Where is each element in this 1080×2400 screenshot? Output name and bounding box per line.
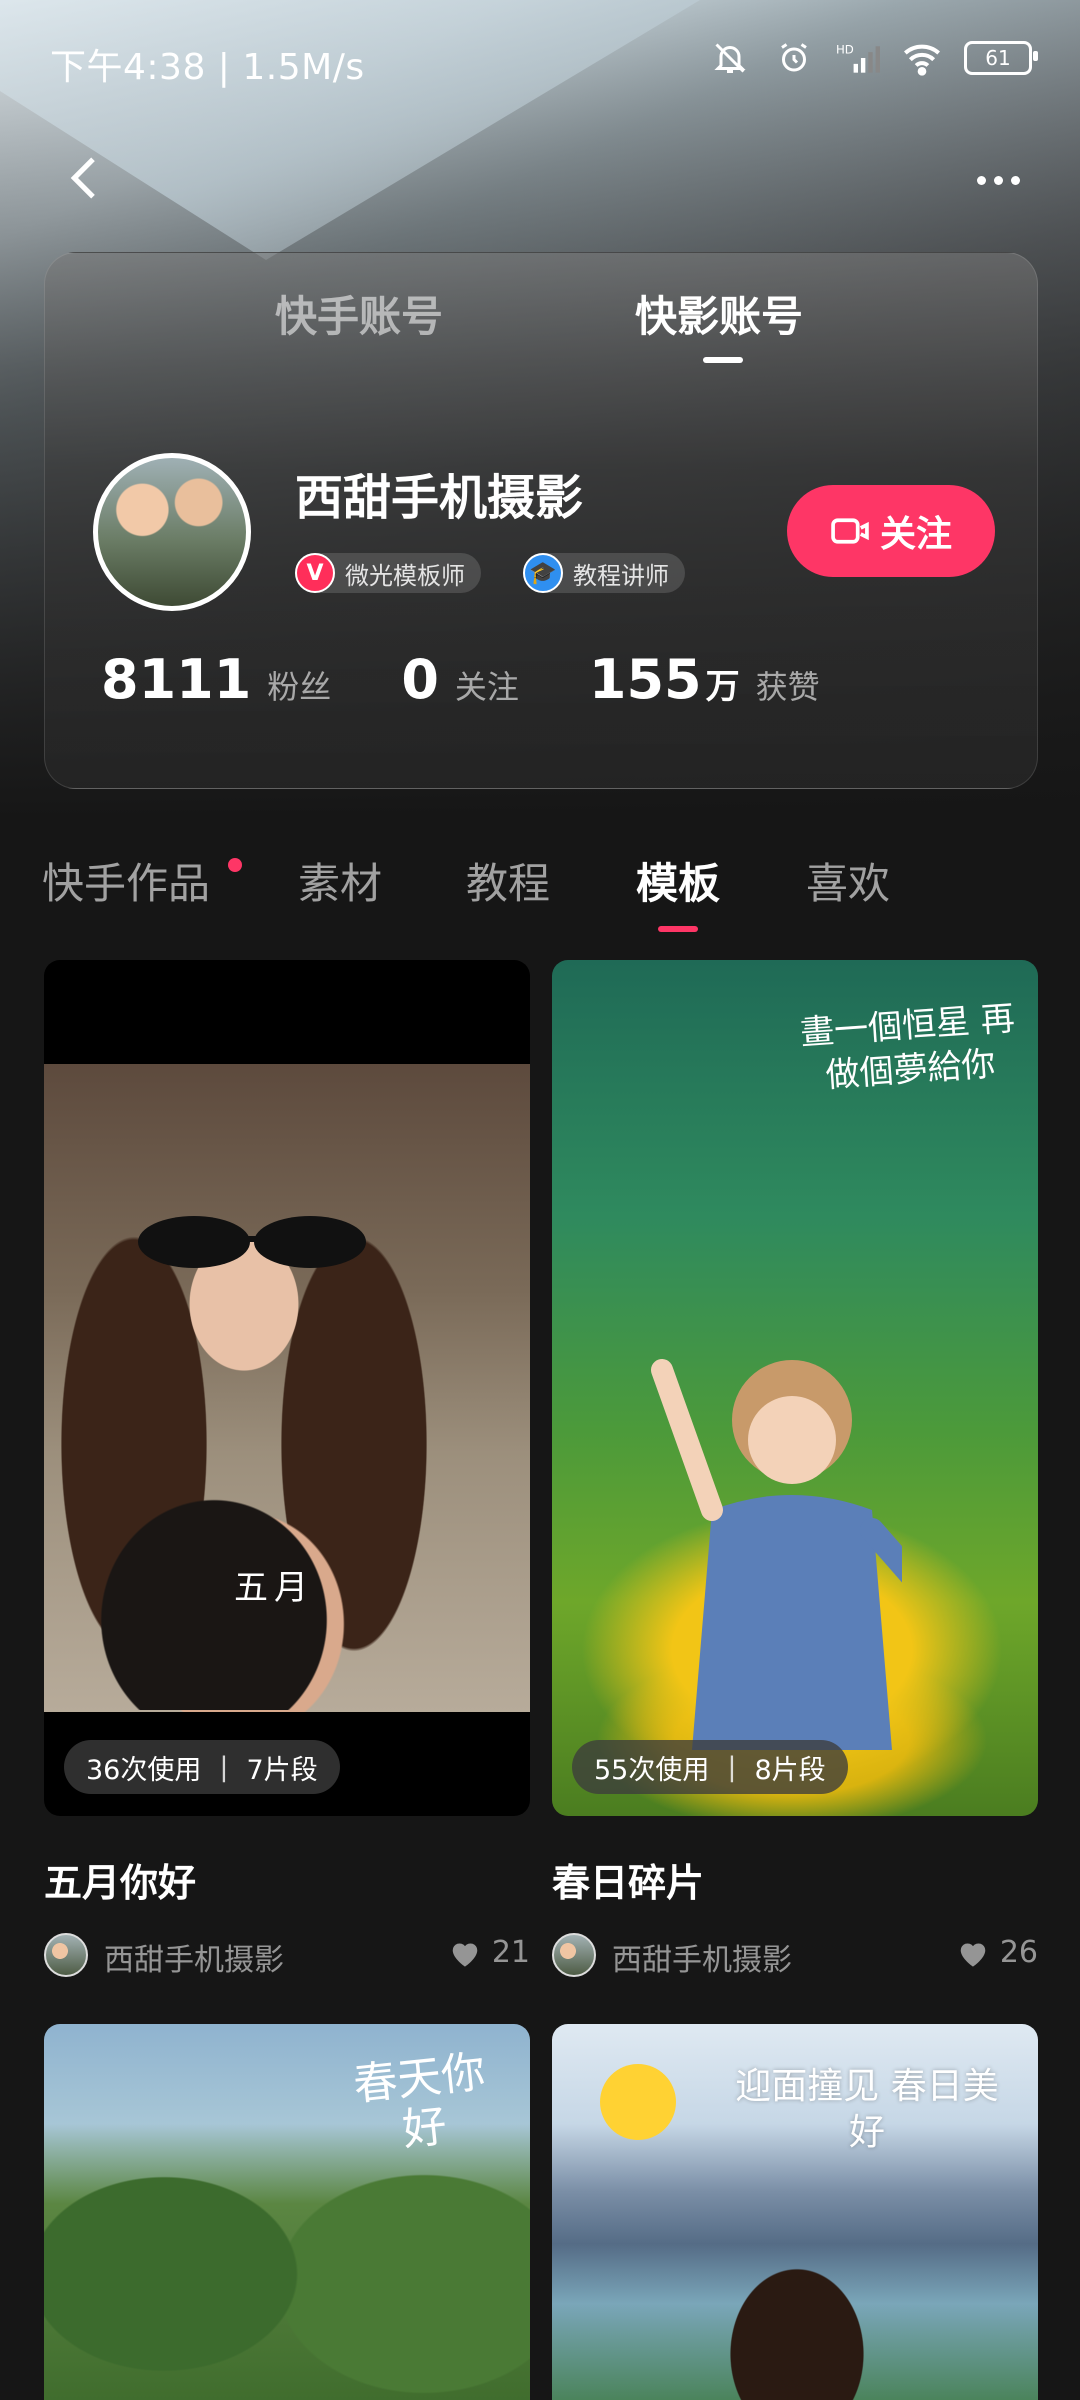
author-avatar[interactable]	[44, 1933, 88, 1977]
tab-materials[interactable]: 素材	[298, 850, 382, 911]
template-title: 春日碎片	[552, 1861, 705, 1905]
template-card[interactable]: 畫一個恒星 再做個夢給你 55次使用 | 8片段 春日碎片 西甜手机摄影 26	[552, 960, 1038, 1979]
alarm-icon	[772, 36, 816, 80]
follow-label: 关注	[879, 514, 952, 555]
overlay-text: 迎面撞见 春日美好	[735, 2066, 999, 2153]
tab-kuaiying-account[interactable]: 快影账号	[635, 283, 803, 344]
notification-dot	[228, 858, 242, 872]
status-bar: 下午4:38 | 1.5M/s HD 61	[0, 0, 1080, 120]
badge-label: 微光模板师	[345, 561, 465, 590]
author-name[interactable]: 西甜手机摄影	[104, 1935, 284, 1979]
content-tabs: 快手作品 素材 教程 模板 喜欢	[0, 850, 1080, 930]
author-name[interactable]: 西甜手机摄影	[612, 1935, 792, 1979]
badge-tutorial-lecturer[interactable]: 🎓 教程讲师	[523, 553, 685, 593]
like-count: 26	[999, 1935, 1038, 1970]
usage-pill: 36次使用 | 7片段	[64, 1740, 340, 1794]
sunglasses-graphic	[138, 1216, 366, 1268]
stat-likes[interactable]: 155 万 获赞	[589, 648, 820, 711]
signal-icon: HD	[836, 36, 880, 80]
avatar[interactable]	[93, 453, 251, 611]
template-thumbnail[interactable]: 五月 36次使用 | 7片段	[44, 960, 530, 1816]
status-icons: HD 61	[708, 36, 1038, 80]
like-button[interactable]: 21	[448, 1935, 530, 1970]
chevron-left-icon	[70, 157, 95, 199]
tab-templates[interactable]: 模板	[636, 850, 720, 911]
tab-kuaishou-account[interactable]: 快手账号	[275, 283, 443, 344]
battery-icon: 61	[964, 41, 1038, 75]
heart-icon	[452, 1942, 478, 1967]
graduation-cap-icon: 🎓	[523, 553, 563, 593]
template-thumbnail[interactable]: 春天你好	[44, 2024, 530, 2400]
profile-stats: 8111 粉丝 0 关注 155 万 获赞	[101, 648, 890, 711]
overlay-text: 畫一個恒星 再做個夢給你	[798, 998, 1017, 1096]
tab-tutorials[interactable]: 教程	[466, 850, 550, 911]
template-image: 畫一個恒星 再做個夢給你	[552, 960, 1038, 1816]
status-left: 下午4:38 | 1.5M/s	[50, 47, 365, 88]
back-button[interactable]	[58, 150, 114, 206]
usage-count: 55次使用	[594, 1754, 710, 1786]
template-card[interactable]: 五月 36次使用 | 7片段 五月你好 西甜手机摄影 21	[44, 960, 530, 1979]
template-card[interactable]: 春天你好	[44, 2024, 530, 2400]
template-title: 五月你好	[44, 1861, 197, 1905]
template-image: 迎面撞见 春日美好	[552, 2024, 1038, 2400]
v-badge-icon: V	[295, 553, 335, 593]
status-time: 下午4:38	[50, 47, 206, 88]
svg-text:HD: HD	[836, 43, 854, 57]
sun-graphic	[600, 2064, 676, 2140]
video-camera-icon	[831, 518, 869, 544]
stat-fans[interactable]: 8111 粉丝	[101, 648, 331, 711]
template-thumbnail[interactable]: 迎面撞见 春日美好	[552, 2024, 1038, 2400]
content-tab-indicator	[658, 926, 698, 932]
template-card[interactable]: 迎面撞见 春日美好	[552, 2024, 1038, 2400]
follow-button[interactable]: 关注	[787, 485, 995, 577]
overlay-text: 五月	[234, 1568, 314, 1608]
like-count: 21	[491, 1935, 530, 1970]
template-image: 五月	[44, 960, 530, 1816]
template-image: 春天你好	[44, 2024, 530, 2400]
stat-following[interactable]: 0 关注	[401, 648, 519, 711]
heart-icon	[960, 1942, 986, 1967]
overlay-text: 春天你好	[351, 2046, 488, 2157]
template-meta: 西甜手机摄影 26	[552, 1933, 1038, 1979]
account-tabs: 快手账号 快影账号	[45, 283, 1037, 363]
profile-name: 西甜手机摄影	[295, 470, 584, 526]
profile-card: 快手账号 快影账号 西甜手机摄影 V 微光模板师 🎓 教程讲师 关注 8111 …	[44, 252, 1038, 789]
template-meta: 西甜手机摄影 21	[44, 1933, 530, 1979]
wifi-icon	[900, 36, 944, 80]
like-button[interactable]: 26	[956, 1935, 1038, 1970]
network-speed: 1.5M/s	[242, 47, 365, 88]
account-tab-indicator	[703, 357, 743, 363]
author-avatar[interactable]	[552, 1933, 596, 1977]
segment-count: 8片段	[754, 1754, 826, 1786]
usage-count: 36次使用	[86, 1754, 202, 1786]
more-options-button[interactable]	[968, 160, 1028, 200]
tab-kuaishou-works[interactable]: 快手作品	[42, 850, 210, 911]
segment-count: 7片段	[246, 1754, 318, 1786]
badge-template-creator[interactable]: V 微光模板师	[295, 553, 481, 593]
tab-likes[interactable]: 喜欢	[806, 850, 890, 911]
usage-pill: 55次使用 | 8片段	[572, 1740, 848, 1794]
mute-bell-icon	[708, 36, 752, 80]
more-dot-icon	[976, 175, 986, 185]
child-graphic	[651, 1359, 902, 1750]
template-thumbnail[interactable]: 畫一個恒星 再做個夢給你 55次使用 | 8片段	[552, 960, 1038, 1816]
badge-label: 教程讲师	[573, 561, 669, 590]
